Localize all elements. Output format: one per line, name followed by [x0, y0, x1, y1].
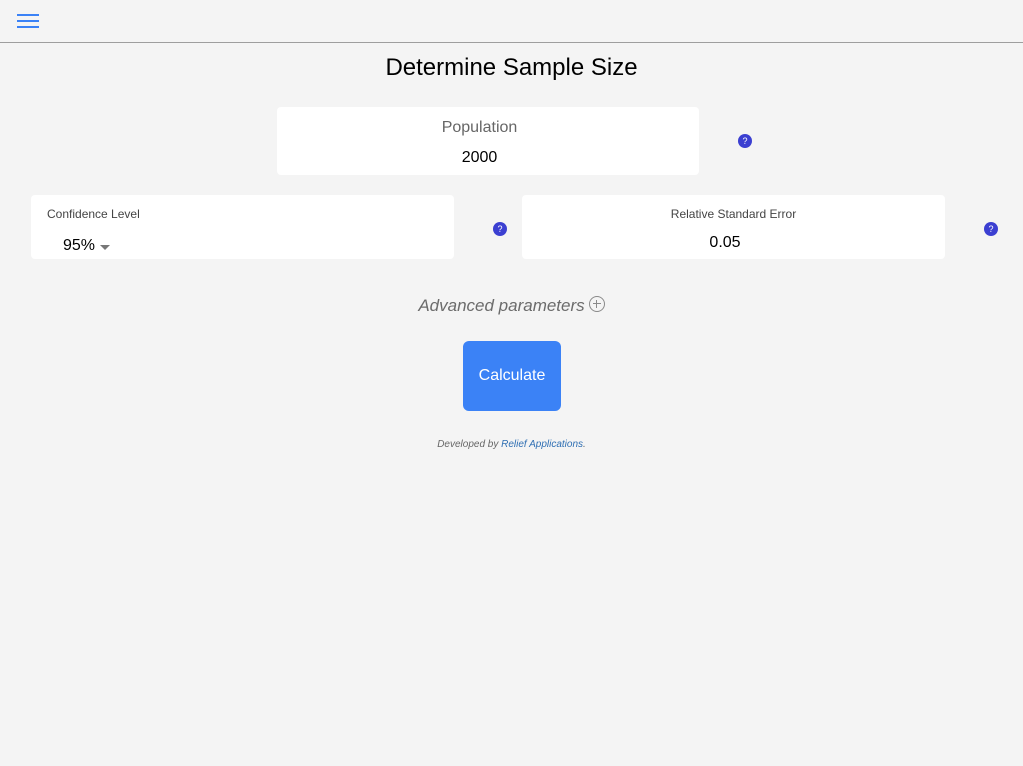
population-help-icon[interactable]: ? — [738, 134, 752, 148]
advanced-parameters-toggle[interactable]: Advanced parameters — [0, 295, 1023, 316]
page-title: Determine Sample Size — [385, 54, 638, 81]
relative-standard-error-label: Relative Standard Error — [670, 207, 797, 221]
confidence-help-icon[interactable]: ? — [493, 222, 507, 236]
footer-prefix: Developed by — [437, 439, 502, 450]
top-bar — [0, 0, 1023, 43]
chevron-down-icon[interactable] — [100, 245, 110, 250]
relative-error-help-icon[interactable]: ? — [984, 222, 998, 236]
relief-applications-link[interactable]: Relief Applications — [501, 439, 583, 450]
advanced-parameters-label: Advanced parameters — [418, 296, 585, 315]
calculate-button[interactable]: Calculate — [463, 341, 561, 411]
population-label: Population — [441, 119, 518, 136]
confidence-level-select[interactable]: 95% — [63, 237, 95, 255]
footer-suffix: . — [583, 439, 586, 450]
population-card: Population 2000 — [277, 107, 699, 175]
hamburger-menu-icon[interactable] — [16, 12, 40, 30]
confidence-level-label: Confidence Level — [47, 207, 140, 221]
footer: Developed by Relief Applications. — [0, 439, 1023, 450]
population-input[interactable]: 2000 — [277, 149, 682, 167]
relative-standard-error-card: Relative Standard Error 0.05 — [522, 195, 945, 259]
plus-circle-icon[interactable] — [588, 295, 605, 312]
confidence-level-card: Confidence Level 95% — [31, 195, 454, 259]
relative-standard-error-input[interactable]: 0.05 — [522, 234, 928, 252]
